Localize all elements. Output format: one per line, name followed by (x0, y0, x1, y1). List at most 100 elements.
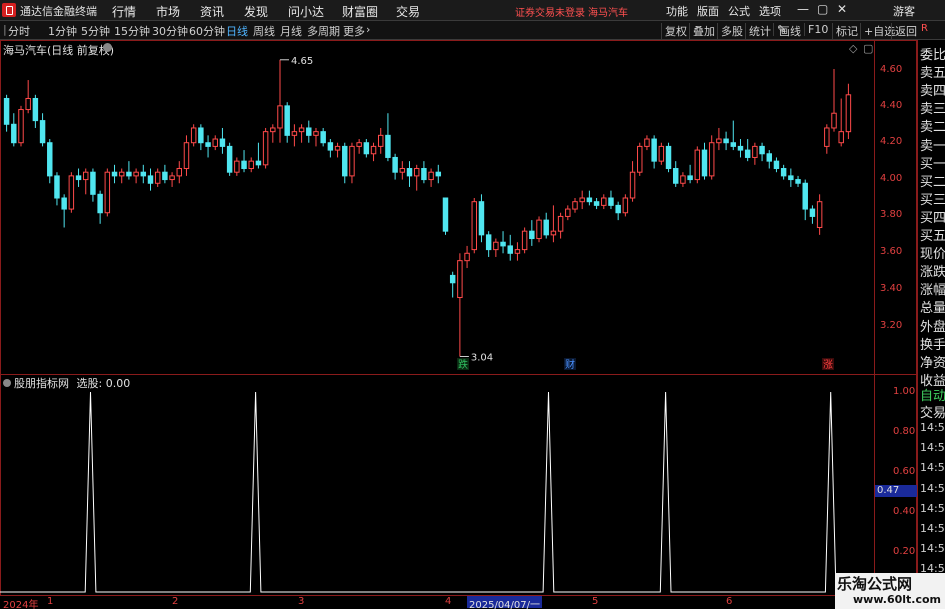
candle-body[interactable] (845, 94, 852, 133)
candle-body[interactable] (622, 197, 629, 214)
candle-body[interactable] (241, 160, 247, 170)
candle-body[interactable] (428, 171, 434, 181)
tab-period-multi[interactable]: 多周期 (307, 23, 340, 39)
candle-body[interactable] (457, 260, 463, 299)
candle-body[interactable] (25, 97, 31, 111)
menu-formula[interactable]: 公式 (728, 3, 750, 19)
tab-period-1min[interactable]: 1分钟 (48, 23, 77, 39)
candle-body[interactable] (68, 175, 75, 210)
statistics-button[interactable]: 统计 (745, 23, 771, 39)
tab-period-30min[interactable]: 30分钟 (152, 23, 188, 39)
candle-body[interactable] (327, 142, 334, 151)
candle-body[interactable] (593, 201, 600, 206)
candle-body[interactable] (413, 168, 420, 177)
toolbar-collapse-icon[interactable]: | (3, 23, 7, 36)
candle-body[interactable] (766, 153, 772, 162)
menu-trade[interactable]: 交易 (396, 3, 420, 20)
candle-body[interactable] (543, 219, 549, 236)
candle-body[interactable] (493, 241, 499, 251)
candle-body[interactable] (133, 171, 139, 177)
candle-body[interactable] (737, 145, 744, 151)
minimize-icon[interactable]: — (797, 2, 809, 16)
candle-body[interactable] (183, 142, 190, 170)
f10-button[interactable]: F10 (804, 23, 828, 36)
menu-functions[interactable]: 功能 (666, 3, 688, 19)
event-marker[interactable]: 涨 (823, 359, 833, 371)
candle-body[interactable] (97, 193, 103, 214)
candle-body[interactable] (658, 145, 665, 162)
candle-body[interactable] (759, 145, 765, 155)
candle-body[interactable] (104, 171, 111, 214)
candle-body[interactable] (370, 145, 377, 155)
tab-period-15min[interactable]: 15分钟 (114, 23, 150, 39)
tab-period-5min[interactable]: 5分钟 (81, 23, 110, 39)
candle-body[interactable] (219, 138, 226, 147)
menu-ask[interactable]: 问小达 (288, 3, 324, 20)
chevron-right-icon[interactable]: › (366, 23, 370, 36)
candle-body[interactable] (54, 175, 60, 199)
tab-period-more[interactable]: 更多 (343, 23, 365, 39)
candle-body[interactable] (212, 138, 218, 147)
candle-body[interactable] (32, 97, 39, 122)
candle-body[interactable] (565, 208, 571, 217)
candle-body[interactable] (421, 168, 427, 181)
candle-body[interactable] (471, 201, 477, 251)
candle-body[interactable] (507, 245, 513, 254)
candle-body[interactable] (629, 171, 636, 199)
candle-body[interactable] (277, 105, 283, 129)
candle-body[interactable] (586, 197, 593, 203)
candle-body[interactable] (723, 138, 729, 144)
back-button[interactable]: 返回 (891, 23, 917, 39)
candle-body[interactable] (579, 197, 585, 203)
candle-body[interactable] (601, 197, 607, 206)
event-marker[interactable]: 财 (565, 358, 575, 371)
candle-body[interactable] (83, 171, 89, 181)
candle-body[interactable] (205, 142, 211, 147)
candle-body[interactable] (198, 127, 204, 144)
candle-body[interactable] (190, 127, 197, 144)
overlay-button[interactable]: 叠加 (689, 23, 715, 39)
menu-market[interactable]: 市场 (156, 3, 180, 20)
menu-options[interactable]: 选项 (759, 3, 781, 19)
candle-body[interactable] (248, 160, 254, 170)
candle-body[interactable] (162, 171, 168, 181)
indicator-settings-icon[interactable] (3, 379, 11, 387)
settings-icon[interactable] (103, 43, 112, 52)
multi-stock-button[interactable]: 多股 (717, 23, 743, 39)
candle-body[interactable] (485, 234, 492, 251)
mark-button[interactable]: 标记 (832, 23, 858, 39)
candle-body[interactable] (788, 175, 794, 181)
candle-body[interactable] (154, 171, 161, 184)
candle-body[interactable] (716, 138, 722, 144)
tab-period-monthly[interactable]: 月线 (280, 23, 302, 39)
candle-body[interactable] (385, 134, 391, 158)
candle-body[interactable] (342, 145, 348, 177)
candle-body[interactable] (363, 142, 370, 155)
candle-body[interactable] (11, 123, 17, 144)
candle-body[interactable] (514, 249, 521, 254)
restore-icon[interactable]: ▢ (817, 2, 828, 16)
candle-body[interactable] (47, 142, 53, 177)
candle-body[interactable] (298, 127, 305, 133)
candle-body[interactable] (816, 201, 823, 228)
menu-discover[interactable]: 发现 (244, 3, 268, 20)
candle-body[interactable] (708, 142, 715, 177)
candle-body[interactable] (226, 145, 233, 173)
candle-body[interactable] (521, 230, 528, 251)
candle-body[interactable] (744, 149, 751, 158)
candle-body[interactable] (39, 120, 46, 144)
candle-body[interactable] (18, 109, 24, 144)
candle-body[interactable] (176, 168, 183, 177)
candle-body[interactable] (262, 131, 269, 166)
close-icon[interactable]: ✕ (837, 2, 847, 16)
candle-body[interactable] (356, 142, 362, 147)
candle-body[interactable] (752, 145, 758, 158)
menu-news[interactable]: 资讯 (200, 3, 224, 20)
candle-body[interactable] (406, 168, 413, 177)
candle-body[interactable] (140, 171, 147, 177)
trade-login-notice[interactable]: 证券交易未登录 (515, 4, 585, 19)
candle-body[interactable] (672, 168, 679, 184)
candle-body[interactable] (61, 197, 67, 210)
adjust-price-button[interactable]: 复权 (661, 23, 687, 39)
candle-body[interactable] (838, 131, 844, 144)
